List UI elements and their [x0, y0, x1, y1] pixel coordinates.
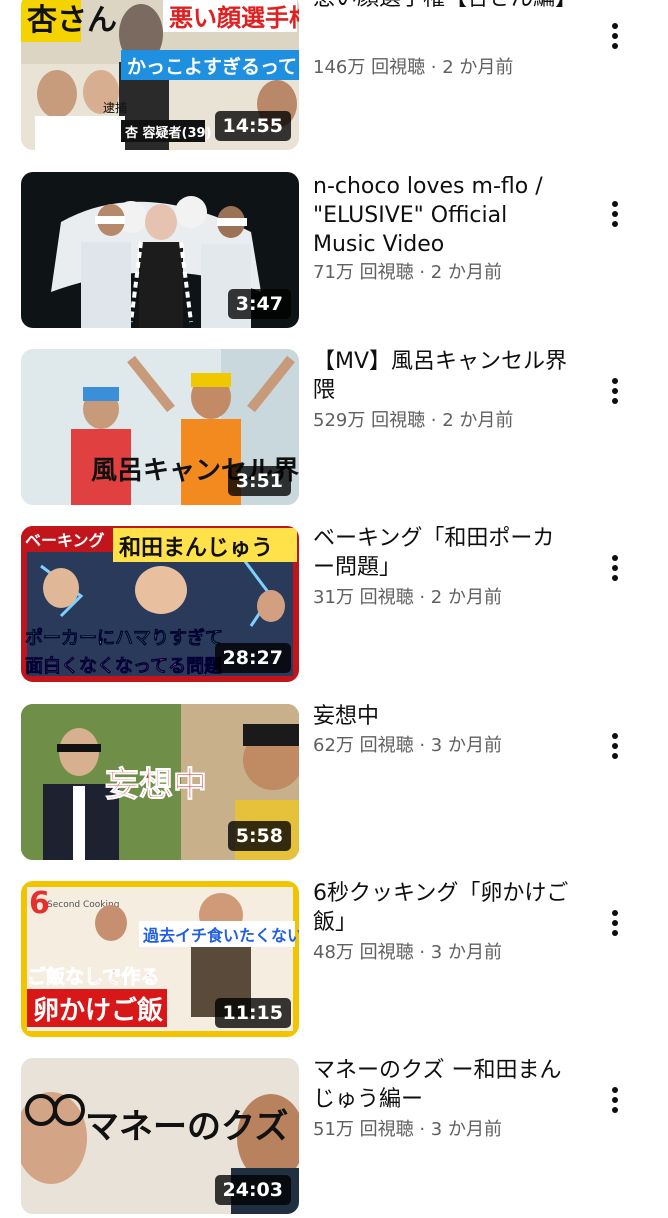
thumb-text: ポーカーにハマりすぎて	[25, 627, 223, 649]
video-meta: 71万 回視聴 · 2 か月前	[313, 262, 502, 283]
duration-badge: 3:47	[227, 289, 291, 319]
duration-badge: 5:58	[227, 821, 291, 851]
more-options-icon[interactable]	[600, 903, 630, 943]
thumb-text: ご飯なしで作る	[27, 965, 159, 988]
thumb-text: 逮捕	[103, 100, 127, 115]
more-options-icon[interactable]	[600, 726, 630, 766]
more-options-icon[interactable]	[600, 16, 630, 56]
video-item[interactable]: ベーキング 和田まんじゅう ポーカーにハマりすぎて 面白くなくなってる問題 28…	[0, 526, 668, 686]
thumb-text: 面白くなくなってる問題	[25, 655, 223, 677]
thumb-text: ベーキング	[25, 531, 105, 550]
video-title[interactable]: 6秒クッキング「卵かけご飯」	[313, 879, 575, 937]
duration-badge: 11:15	[214, 998, 291, 1028]
video-meta: 51万 回視聴 · 3 か月前	[313, 1119, 502, 1140]
video-title[interactable]: マネーのクズ ー和田まんじゅう編ー	[313, 1056, 575, 1114]
video-thumbnail[interactable]: マネーのクズ 24:03	[21, 1058, 299, 1214]
video-title[interactable]: 悪い顔選手権【杏さん編】	[313, 0, 577, 13]
more-options-icon[interactable]	[600, 194, 630, 234]
video-item[interactable]: マネーのクズ 24:03 マネーのクズ ー和田まんじゅう編ー 51万 回視聴 ·…	[0, 1058, 668, 1218]
video-thumbnail[interactable]: 風呂キャンセル界隈 3:51	[21, 349, 299, 505]
video-title[interactable]: n-choco loves m-flo / "ELUSIVE" Official…	[313, 172, 575, 259]
video-meta: 146万 回視聴 · 2 か月前	[313, 57, 514, 78]
duration-badge: 28:27	[214, 643, 291, 673]
thumb-text: 杏 容疑者(39)	[125, 125, 212, 141]
video-thumbnail[interactable]: 3:47	[21, 172, 299, 328]
video-thumbnail[interactable]: 杏さん 悪い顔選手権 かっこよすぎるって! 逮捕 杏 容疑者(39) 14:55	[21, 0, 299, 150]
video-item[interactable]: 3:47 n-choco loves m-flo / "ELUSIVE" Off…	[0, 172, 668, 332]
thumb-text: 過去イチ食いたくない	[142, 926, 299, 945]
video-meta: 48万 回視聴 · 3 か月前	[313, 942, 502, 963]
video-title[interactable]: 妄想中	[313, 702, 575, 731]
thumb-text: マネーのクズ	[85, 1107, 288, 1147]
video-item[interactable]: 風呂キャンセル界隈 3:51 【MV】風呂キャンセル界隈 529万 回視聴 · …	[0, 349, 668, 509]
more-options-icon[interactable]	[600, 548, 630, 588]
video-meta: 529万 回視聴 · 2 か月前	[313, 410, 514, 431]
video-item[interactable]: 6 Second Cooking 過去イチ食いたくない ご飯なしで作る 卵かけご…	[0, 881, 668, 1041]
video-item[interactable]: 妄想中 5:58 妄想中 62万 回視聴 · 3 か月前	[0, 704, 668, 864]
thumb-text: 卵かけご飯	[33, 995, 163, 1026]
more-options-icon[interactable]	[600, 1080, 630, 1120]
duration-badge: 3:51	[227, 466, 291, 496]
video-meta: 62万 回視聴 · 3 か月前	[313, 735, 502, 756]
more-options-icon[interactable]	[600, 371, 630, 411]
video-meta: 31万 回視聴 · 2 か月前	[313, 587, 502, 608]
thumb-text: 杏さん	[27, 3, 117, 38]
video-thumbnail[interactable]: ベーキング 和田まんじゅう ポーカーにハマりすぎて 面白くなくなってる問題 28…	[21, 526, 299, 682]
thumb-text: 和田まんじゅう	[119, 536, 273, 561]
video-title[interactable]: ベーキング「和田ポーカー問題」	[313, 524, 575, 582]
duration-badge: 14:55	[214, 111, 291, 141]
thumb-text: かっこよすぎるって!	[127, 55, 299, 78]
video-thumbnail[interactable]: 6 Second Cooking 過去イチ食いたくない ご飯なしで作る 卵かけご…	[21, 881, 299, 1037]
video-thumbnail[interactable]: 妄想中 5:58	[21, 704, 299, 860]
thumb-text: 妄想中	[105, 765, 207, 805]
video-item[interactable]: 杏さん 悪い顔選手権 かっこよすぎるって! 逮捕 杏 容疑者(39) 14:55…	[0, 0, 668, 154]
duration-badge: 24:03	[214, 1175, 291, 1205]
thumb-text: 悪い顔選手権	[169, 4, 299, 32]
video-title[interactable]: 【MV】風呂キャンセル界隈	[313, 347, 575, 405]
